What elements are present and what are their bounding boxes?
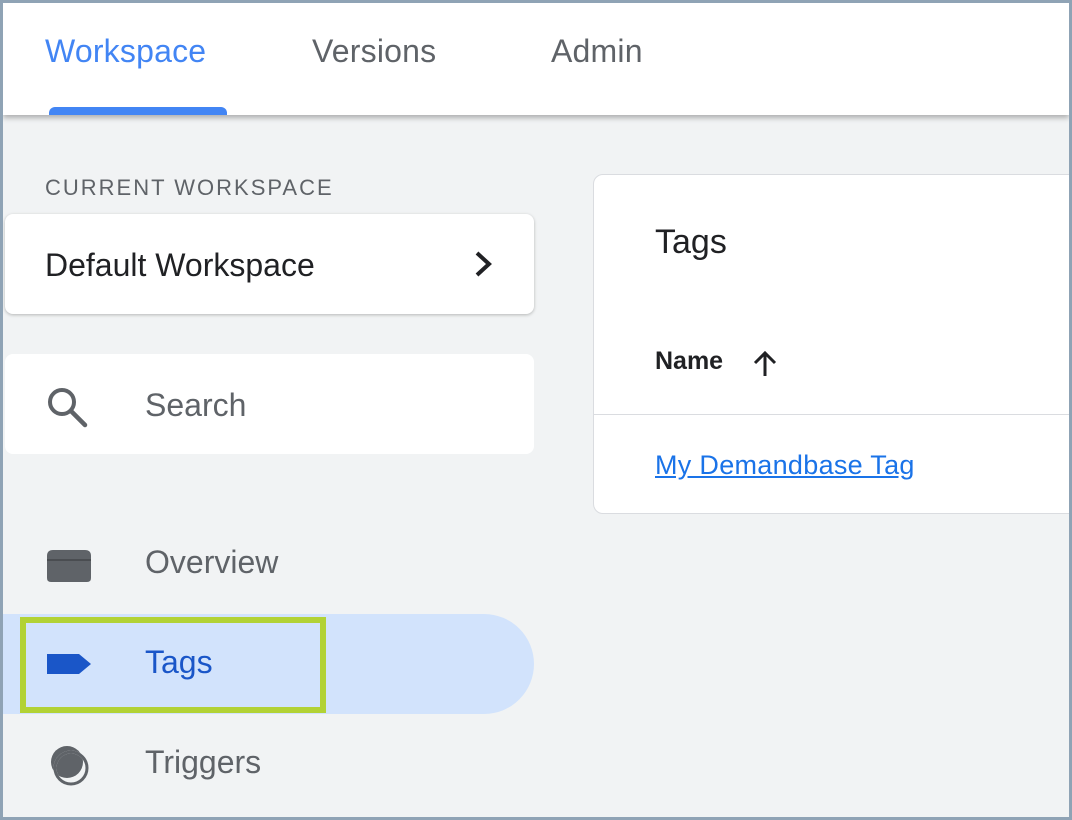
header-divider: [594, 414, 1069, 415]
tags-panel: Tags Name My Demandbase Tag: [593, 174, 1069, 514]
sidebar-item-label: Tags: [145, 644, 213, 680]
search-box[interactable]: [5, 354, 534, 454]
tab-admin[interactable]: Admin: [551, 33, 643, 70]
sidebar-item-label: Triggers: [145, 744, 262, 780]
search-icon: [48, 388, 88, 428]
chevron-right-icon: [475, 251, 492, 277]
current-workspace-caption: CURRENT WORKSPACE: [45, 175, 334, 200]
sidebar-item-overview[interactable]: Overview: [3, 514, 534, 614]
workspace-selector[interactable]: Default Workspace: [5, 214, 534, 314]
app-frame: Workspace Versions Admin CURRENT WORKSPA…: [3, 3, 1069, 817]
sidebar-item-tags[interactable]: Tags: [3, 614, 534, 714]
folder-icon: [47, 550, 91, 582]
top-tab-bar: Workspace Versions Admin: [3, 3, 1069, 115]
tab-versions[interactable]: Versions: [312, 33, 436, 70]
tab-workspace[interactable]: Workspace: [45, 33, 206, 70]
active-tab-indicator: [49, 107, 227, 115]
search-input[interactable]: [145, 382, 515, 428]
tag-row-link[interactable]: My Demandbase Tag: [655, 450, 915, 481]
sidebar-item-label: Overview: [145, 544, 279, 580]
sidebar-item-triggers[interactable]: Triggers: [3, 714, 534, 814]
tag-icon: [47, 654, 91, 674]
workspace-name: Default Workspace: [45, 247, 315, 283]
name-column-header[interactable]: Name: [655, 347, 723, 376]
panel-title: Tags: [655, 223, 727, 261]
arrow-up-icon: [753, 350, 777, 376]
trigger-icon: [51, 746, 89, 786]
